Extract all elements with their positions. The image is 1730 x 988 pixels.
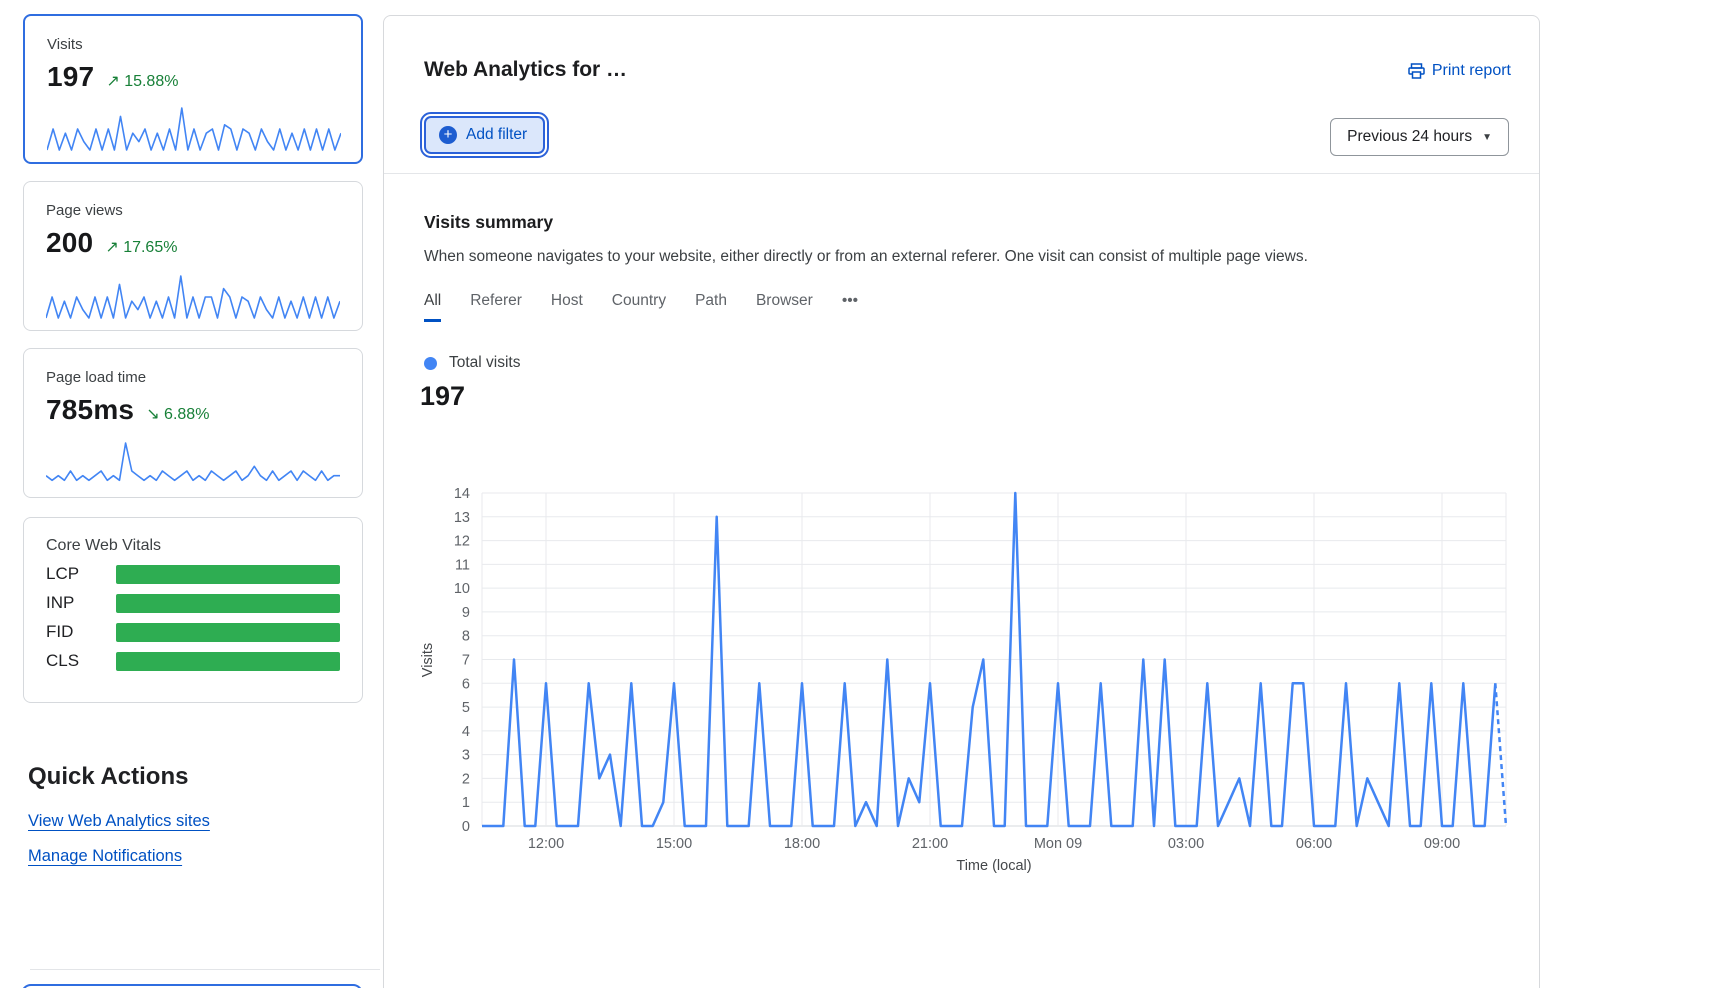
plus-circle-icon: +: [439, 126, 457, 144]
svg-text:13: 13: [454, 510, 470, 526]
view-web-analytics-sites-link[interactable]: View Web Analytics sites: [28, 812, 210, 831]
dimension-tabs: All Referer Host Country Path Browser ••…: [424, 292, 858, 322]
next-section-card-cutoff: [21, 984, 363, 988]
trend-down-indicator: ↘ 6.88%: [146, 404, 209, 424]
svg-text:0: 0: [462, 819, 470, 835]
cwv-row-inp: INP: [46, 593, 340, 613]
trend-percent: 15.88%: [124, 73, 178, 90]
metric-value: 200: [46, 227, 93, 259]
total-visits-value: 197: [420, 381, 465, 412]
svg-text:1: 1: [462, 795, 470, 811]
svg-text:10: 10: [454, 581, 470, 597]
cwv-row-lcp: LCP: [46, 564, 340, 584]
svg-text:Mon 09: Mon 09: [1034, 836, 1082, 852]
svg-text:Time (local): Time (local): [956, 858, 1031, 874]
trend-up-indicator: ↗ 15.88%: [106, 71, 178, 91]
svg-text:15:00: 15:00: [656, 836, 692, 852]
page-title: Web Analytics for …: [424, 58, 627, 82]
tab-referer[interactable]: Referer: [470, 292, 522, 322]
svg-text:12: 12: [454, 534, 470, 550]
svg-text:3: 3: [462, 748, 470, 764]
metric-title: Page views: [46, 202, 340, 219]
svg-text:5: 5: [462, 700, 470, 716]
visits-summary-description: When someone navigates to your website, …: [424, 248, 1484, 266]
visits-sparkline: [47, 104, 341, 152]
svg-text:18:00: 18:00: [784, 836, 820, 852]
trend-percent: 6.88%: [164, 406, 209, 423]
time-range-value: Previous 24 hours: [1347, 128, 1472, 146]
chart-legend: Total visits: [424, 354, 521, 372]
visits-line-chart: 0123456789101112131412:0015:0018:0021:00…: [414, 456, 1514, 876]
analytics-report-card: Web Analytics for … Print report + Add f…: [383, 15, 1540, 988]
trend-up-arrow-icon: ↗: [105, 239, 118, 256]
metric-title: Visits: [47, 36, 339, 53]
trend-up-arrow-icon: ↗: [106, 73, 119, 90]
tab-browser[interactable]: Browser: [756, 292, 813, 322]
cwv-status-bar-good: [116, 565, 340, 584]
svg-text:2: 2: [462, 771, 470, 787]
manage-notifications-link[interactable]: Manage Notifications: [28, 847, 182, 866]
metric-value: 197: [47, 61, 94, 93]
printer-icon: [1408, 63, 1425, 79]
cwv-metric-label: FID: [46, 622, 94, 642]
svg-text:Visits: Visits: [420, 643, 436, 677]
add-filter-button[interactable]: + Add filter: [424, 116, 545, 154]
quick-actions-heading: Quick Actions: [28, 763, 188, 791]
cwv-status-bar-good: [116, 623, 340, 642]
svg-text:11: 11: [455, 557, 470, 573]
metric-card-page-load-time[interactable]: Page load time 785ms ↘ 6.88%: [23, 348, 363, 498]
web-analytics-dashboard: Visits 197 ↗ 15.88% Page views 200 ↗ 17.…: [0, 0, 1730, 988]
svg-text:03:00: 03:00: [1168, 836, 1204, 852]
metric-value: 785ms: [46, 394, 134, 426]
tab-more-ellipsis[interactable]: •••: [842, 292, 858, 322]
cwv-metric-label: CLS: [46, 651, 94, 671]
visits-summary-title: Visits summary: [424, 212, 553, 233]
legend-label: Total visits: [449, 354, 521, 372]
trend-up-indicator: ↗ 17.65%: [105, 237, 177, 257]
cwv-row-cls: CLS: [46, 651, 340, 671]
tab-country[interactable]: Country: [612, 292, 666, 322]
svg-text:8: 8: [462, 629, 470, 645]
svg-text:14: 14: [454, 486, 470, 502]
chevron-down-icon: ▼: [1482, 132, 1492, 143]
cwv-metric-label: INP: [46, 593, 94, 613]
sidebar-divider: [30, 969, 380, 970]
pageloadtime-sparkline: [46, 439, 340, 487]
svg-text:7: 7: [462, 653, 470, 669]
metric-card-visits[interactable]: Visits 197 ↗ 15.88%: [23, 14, 363, 164]
metric-card-page-views[interactable]: Page views 200 ↗ 17.65%: [23, 181, 363, 331]
metric-title: Page load time: [46, 369, 340, 386]
svg-text:9: 9: [462, 605, 470, 621]
print-report-button[interactable]: Print report: [1408, 62, 1511, 80]
svg-text:21:00: 21:00: [912, 836, 948, 852]
core-web-vitals-card: Core Web Vitals LCP INP FID CLS: [23, 517, 363, 703]
legend-dot-icon: [424, 357, 437, 370]
core-web-vitals-title: Core Web Vitals: [46, 537, 340, 555]
header-divider: [384, 173, 1539, 174]
cwv-status-bar-good: [116, 652, 340, 671]
trend-percent: 17.65%: [123, 239, 177, 256]
cwv-status-bar-good: [116, 594, 340, 613]
cwv-metric-label: LCP: [46, 564, 94, 584]
tab-all[interactable]: All: [424, 292, 441, 322]
svg-text:4: 4: [462, 724, 470, 740]
svg-text:06:00: 06:00: [1296, 836, 1332, 852]
svg-text:6: 6: [462, 676, 470, 692]
trend-down-arrow-icon: ↘: [146, 406, 159, 423]
svg-text:09:00: 09:00: [1424, 836, 1460, 852]
tab-path[interactable]: Path: [695, 292, 727, 322]
pageviews-sparkline: [46, 272, 340, 320]
time-range-dropdown[interactable]: Previous 24 hours ▼: [1330, 118, 1509, 156]
cwv-row-fid: FID: [46, 622, 340, 642]
add-filter-label: Add filter: [466, 126, 527, 144]
svg-text:12:00: 12:00: [528, 836, 564, 852]
tab-host[interactable]: Host: [551, 292, 583, 322]
print-report-label: Print report: [1432, 62, 1511, 80]
